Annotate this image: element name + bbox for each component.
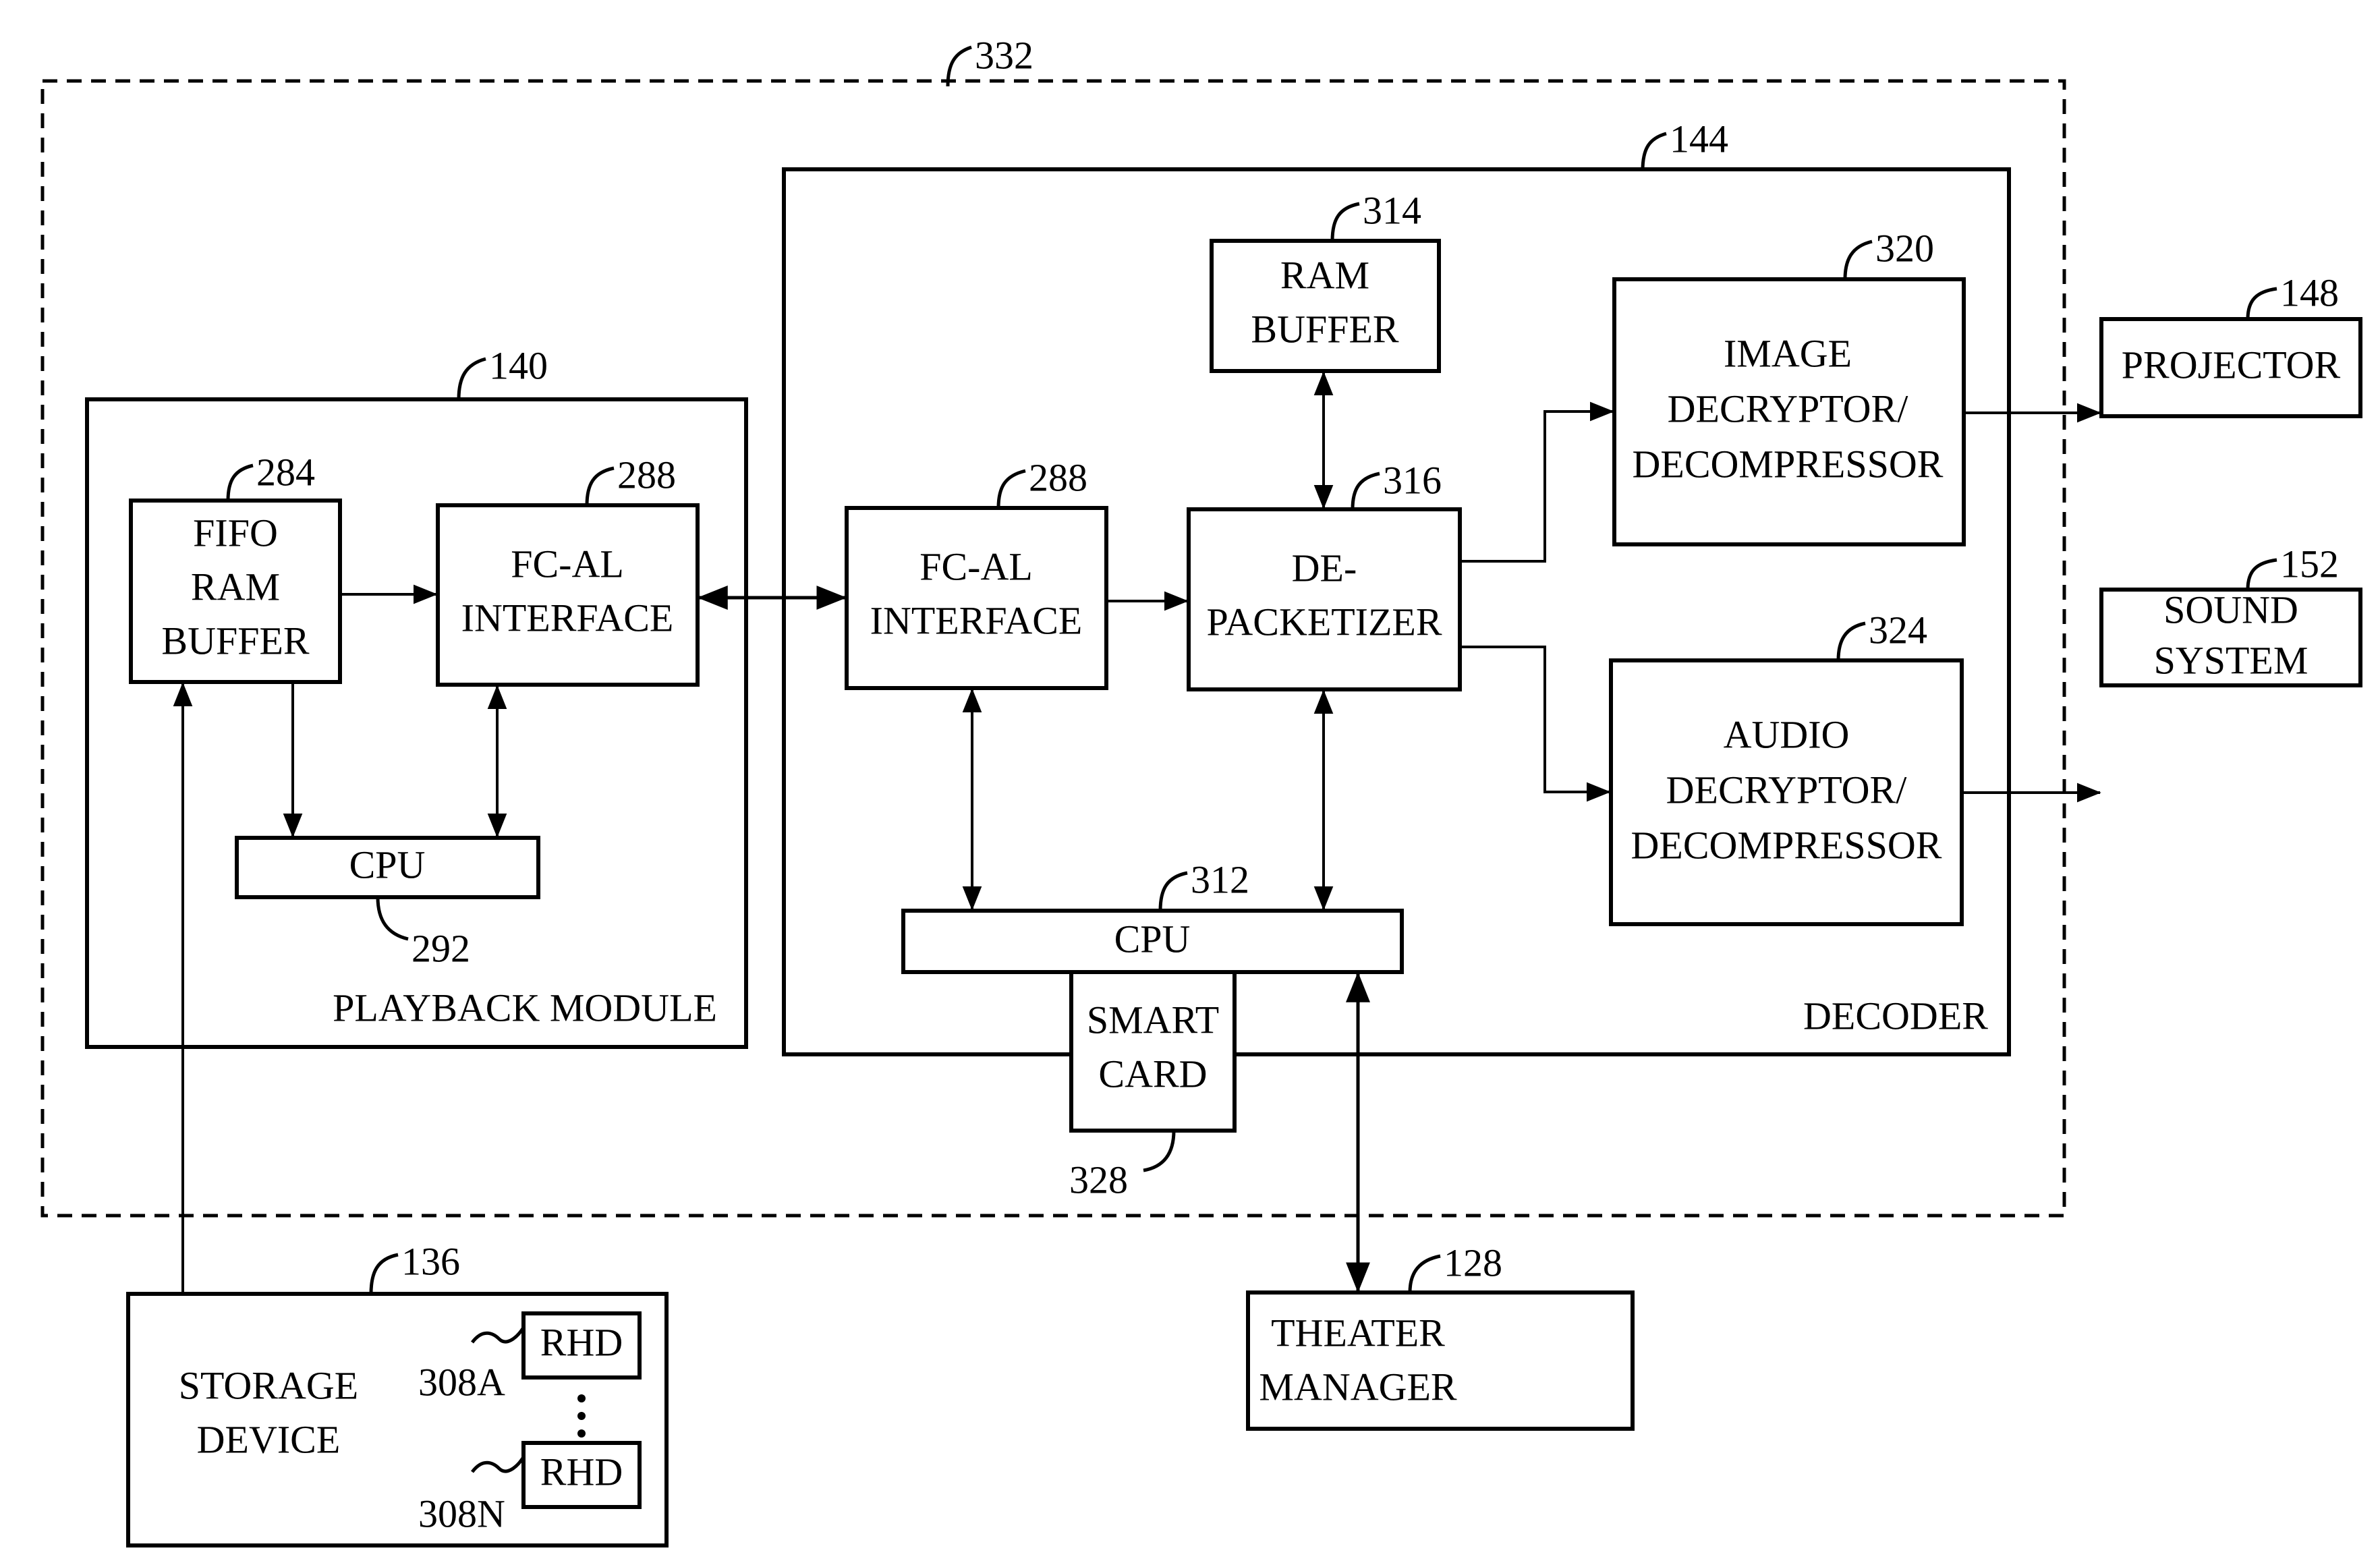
projector: PROJECTOR 148 — [2099, 271, 2362, 418]
ref-144: 144 — [1670, 117, 1728, 161]
svg-text:PROJECTOR: PROJECTOR — [2122, 343, 2341, 387]
svg-text:MANAGER: MANAGER — [1259, 1365, 1457, 1409]
svg-text:DECRYPTOR/: DECRYPTOR/ — [1666, 768, 1908, 812]
svg-text:FC-AL: FC-AL — [511, 542, 624, 586]
ref-308n: 308N — [418, 1491, 505, 1535]
svg-text:DECRYPTOR/: DECRYPTOR/ — [1668, 387, 1909, 430]
svg-text:BUFFER: BUFFER — [1251, 307, 1399, 351]
ref-128: 128 — [1444, 1241, 1502, 1284]
ref-314: 314 — [1363, 188, 1421, 232]
svg-text:BUFFER: BUFFER — [161, 619, 310, 662]
ref-152: 152 — [2280, 542, 2339, 586]
svg-text:STORAGE: STORAGE — [179, 1363, 358, 1407]
ref-324: 324 — [1869, 608, 1927, 652]
svg-text:IMAGE: IMAGE — [1724, 331, 1852, 375]
theater-manager: THEATER MANAGER 128 — [1246, 1241, 1635, 1431]
playback-module-title: PLAYBACK MODULE — [333, 986, 717, 1029]
ref-136: 136 — [401, 1239, 460, 1283]
svg-text:SOUND: SOUND — [2163, 588, 2298, 631]
svg-text:INTERFACE: INTERFACE — [870, 598, 1083, 642]
svg-text:DECOMPRESSOR: DECOMPRESSOR — [1633, 442, 1944, 486]
storage-device: STORAGE DEVICE 136 RHD 308A RHD 308N — [126, 1239, 669, 1547]
svg-text:DEVICE: DEVICE — [197, 1417, 341, 1461]
svg-text:CPU: CPU — [349, 843, 426, 886]
ref-308a: 308A — [418, 1360, 505, 1404]
svg-text:FIFO: FIFO — [193, 511, 278, 555]
smart-card: SMART CARD 328 — [1069, 970, 1237, 1201]
svg-text:PACKETIZER: PACKETIZER — [1206, 600, 1442, 644]
ref-320: 320 — [1875, 226, 1934, 270]
svg-text:THEATER: THEATER — [1271, 1311, 1445, 1355]
svg-text:INTERFACE: INTERFACE — [461, 596, 674, 640]
ellipsis-dot — [577, 1394, 586, 1402]
svg-text:RHD: RHD — [540, 1450, 623, 1494]
ref-292: 292 — [412, 926, 470, 970]
sound-system: SOUND SYSTEM 152 — [2099, 542, 2362, 687]
ref-284: 284 — [256, 450, 315, 494]
svg-text:DECOMPRESSOR: DECOMPRESSOR — [1631, 823, 1942, 867]
ellipsis-dot — [577, 1429, 586, 1438]
svg-text:DE-: DE- — [1292, 546, 1357, 590]
ref-148: 148 — [2280, 271, 2339, 314]
svg-text:AUDIO: AUDIO — [1724, 712, 1850, 756]
ellipsis-dot — [577, 1412, 586, 1420]
svg-text:RHD: RHD — [540, 1320, 623, 1364]
svg-text:RAM: RAM — [1280, 253, 1369, 297]
svg-text:CPU: CPU — [1114, 917, 1191, 961]
ref-288-playback: 288 — [617, 453, 676, 496]
ref-288-decoder: 288 — [1029, 455, 1087, 499]
ref-332: 332 — [975, 33, 1033, 77]
ref-328: 328 — [1069, 1158, 1128, 1201]
svg-text:SYSTEM: SYSTEM — [2154, 638, 2308, 682]
svg-text:SMART: SMART — [1087, 998, 1219, 1042]
ref-316: 316 — [1383, 458, 1442, 502]
ref-312: 312 — [1191, 857, 1249, 901]
svg-text:CARD: CARD — [1098, 1052, 1207, 1096]
svg-text:FC-AL: FC-AL — [919, 544, 1033, 588]
decoder-title: DECODER — [1803, 994, 1988, 1038]
ref-140: 140 — [489, 343, 548, 387]
svg-text:RAM: RAM — [191, 565, 280, 608]
block-diagram: 332 140 PLAYBACK MODULE FIFO RAM BUFFER … — [40, 33, 2362, 1547]
